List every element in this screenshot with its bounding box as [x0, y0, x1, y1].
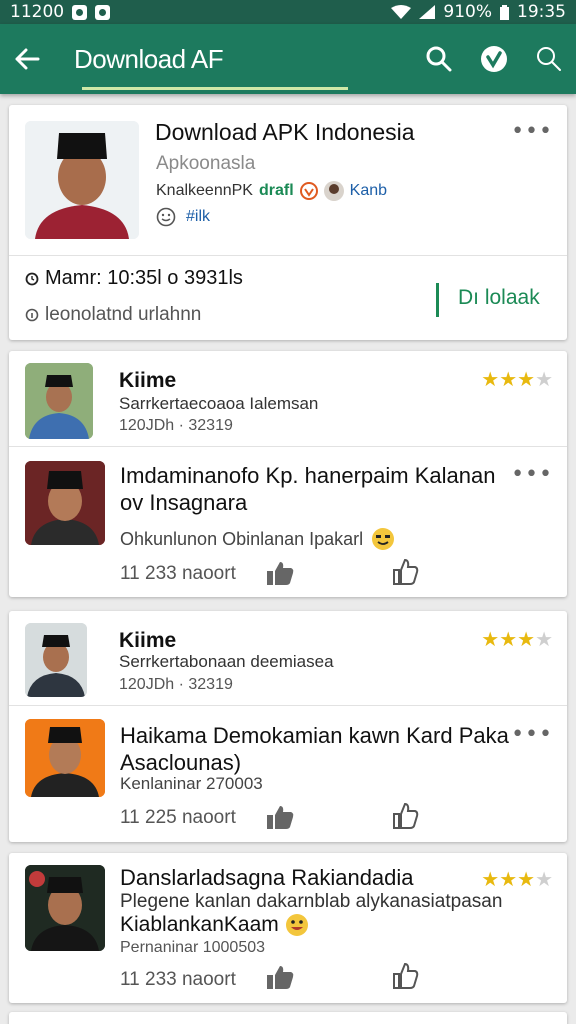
post-author-name[interactable]: Danslarladsagna Rakiandadia — [120, 865, 414, 891]
divider — [9, 705, 567, 706]
smile-emoji-icon — [285, 913, 309, 937]
meta-blue: Kanb — [349, 182, 388, 199]
post-text-line2: ov Insagnara — [120, 490, 248, 515]
smile-emoji-icon — [371, 527, 395, 551]
wifi-icon — [391, 5, 412, 19]
more-options-icon[interactable]: ••• — [511, 462, 553, 487]
user-avatar — [25, 363, 93, 439]
post-note-text: Ohkunlunon Obinlanan Ipakarl — [120, 528, 364, 549]
star-rating: ★★★★ — [481, 627, 553, 651]
battery-level: 910% — [443, 2, 492, 22]
title-underline — [82, 87, 348, 90]
post-text-line1: Imdaminanofo Kp. hanerpaim Kalanan — [120, 463, 496, 488]
divider — [9, 255, 567, 256]
like-count: 11 233 naoort — [120, 969, 236, 990]
page-subtitle: Apkoonasla — [156, 153, 256, 174]
post-author-name[interactable]: Kiime — [119, 369, 176, 393]
post-timestamp: Pernaninar 1000503 — [120, 939, 266, 956]
meta-row: KnalkeennPK drafl Kanb — [156, 181, 387, 201]
signal-icon — [419, 5, 436, 19]
page-title: Download APK Indonesia — [155, 119, 415, 145]
like-outline-icon[interactable] — [391, 558, 419, 586]
post-text-line2: Asaclounas) — [120, 750, 242, 775]
post-card: Kiime Sarrkertaecoaoa Ialemsan 120JDh · … — [9, 351, 567, 597]
post-avatar — [25, 461, 105, 545]
app-title: Download AF — [74, 43, 224, 74]
post-note: Ohkunlunon Obinlanan Ipakarl — [120, 527, 395, 551]
like-filled-icon[interactable] — [265, 804, 295, 830]
info-row: Mamr: 10:35l o 3931ls — [25, 267, 243, 290]
divider — [9, 446, 567, 447]
action-divider — [436, 283, 439, 317]
heart-badge-icon — [299, 182, 318, 200]
back-arrow-icon[interactable] — [14, 48, 40, 70]
post-card: Kiime Serrkertabonaan deemiasea 120JDh ·… — [9, 611, 567, 842]
user-avatar — [25, 865, 105, 951]
profile-avatar — [25, 121, 139, 239]
like-count: 11 225 naoort — [120, 807, 236, 828]
like-outline-icon[interactable] — [391, 802, 419, 830]
status-bar: 11200 910% 19:35 — [0, 0, 576, 24]
status-time-right: 19:35 — [517, 2, 566, 22]
download-button[interactable]: Dı lolaak — [458, 286, 540, 310]
emoji-icon — [156, 207, 176, 227]
notification-icon — [72, 4, 88, 20]
post-author-desc: Sarrkertaecoaoa Ialemsan — [119, 394, 319, 413]
user-avatar — [25, 623, 87, 697]
search-icon-secondary[interactable] — [536, 46, 562, 72]
detail-text: leonolatnd urlahnn — [45, 304, 202, 325]
meta-prefix: KnalkeennPK — [156, 182, 253, 199]
battery-icon — [500, 4, 509, 20]
star-rating: ★★★★ — [481, 867, 553, 891]
clock-icon — [25, 272, 39, 286]
like-outline-icon[interactable] — [391, 962, 419, 990]
post-author-name[interactable]: Kiime — [119, 629, 176, 653]
more-options-icon[interactable]: ••• — [511, 119, 553, 144]
post-text-line1: Haikama Demokamian kawn Kard Paka — [120, 723, 509, 748]
more-options-icon[interactable]: ••• — [511, 722, 553, 747]
post-desc-row: KiablankanKaam — [120, 913, 309, 937]
tag-row: #ilk — [156, 207, 210, 227]
like-filled-icon[interactable] — [265, 964, 295, 990]
post-card: Danslarladsagna Rakiandadia ★★★★ Plegene… — [9, 853, 567, 1003]
like-filled-icon[interactable] — [265, 560, 295, 586]
meta-green: drafl — [258, 182, 294, 199]
star-rating: ★★★★ — [481, 367, 553, 391]
tag-label[interactable]: #ilk — [186, 208, 210, 226]
post-avatar — [25, 719, 105, 797]
post-author-desc: Serrkertabonaan deemiasea — [119, 652, 334, 671]
shield-check-icon[interactable] — [480, 45, 508, 73]
search-icon[interactable] — [426, 46, 452, 72]
post-note-text: Kenlaninar 270003 — [120, 774, 263, 793]
post-author-desc: Plegene kanlan dakarnblab alykanasiatpas… — [120, 891, 503, 912]
info-circle-icon — [25, 308, 39, 322]
next-card-edge — [9, 1012, 567, 1024]
header-card: Download APK Indonesia ••• Apkoonasla Kn… — [9, 105, 567, 340]
detail-row: leonolatnd urlahnn — [25, 304, 201, 326]
post-timestamp: 120JDh · 32319 — [119, 676, 233, 693]
user-mini-avatar — [323, 181, 344, 201]
like-count: 11 233 naoort — [120, 563, 236, 584]
app-bar: Download AF — [0, 24, 576, 94]
post-desc-line2: KiablankanKaam — [120, 913, 279, 936]
info-text: Mamr: 10:35l o 3931ls — [45, 267, 243, 289]
status-time-left: 11200 — [10, 2, 65, 22]
app-notification-icon — [95, 4, 111, 20]
post-timestamp: 120JDh · 32319 — [119, 417, 233, 434]
